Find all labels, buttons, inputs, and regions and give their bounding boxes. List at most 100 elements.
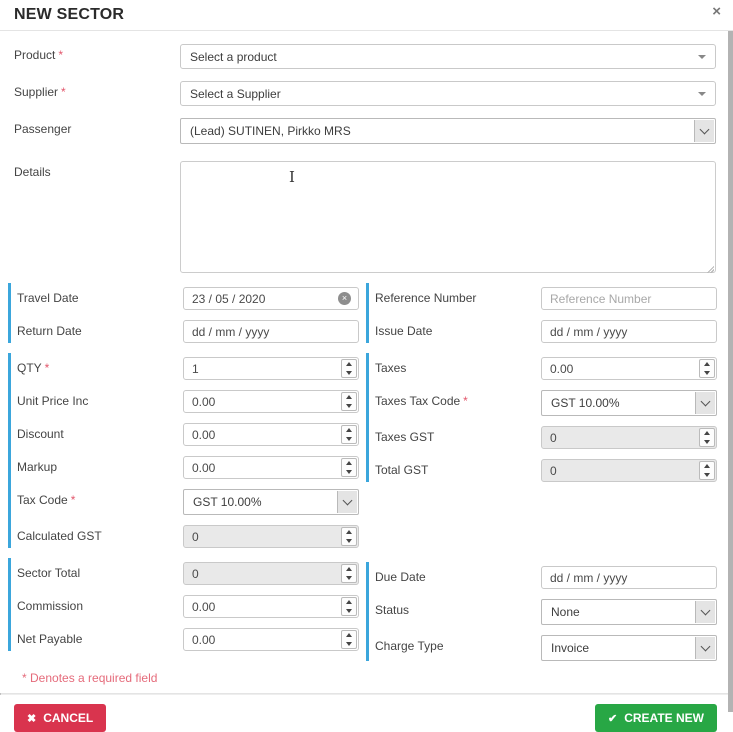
travel-date-input[interactable] (183, 287, 359, 310)
spinner[interactable] (341, 392, 357, 411)
taxes-gst-input (541, 426, 717, 449)
reference-number-row: Reference Number (372, 287, 718, 310)
required-asterisk: * (58, 48, 64, 62)
discount-label: Discount (17, 427, 64, 441)
status-label: Status (375, 603, 410, 617)
spinner[interactable] (341, 630, 357, 649)
spinner (699, 461, 715, 480)
due-date-input[interactable] (541, 566, 717, 589)
spinner[interactable] (699, 359, 715, 378)
dates-group-left: Travel Date × Return Date (8, 283, 360, 343)
taxes-tax-code-select[interactable]: GST 10.00% (541, 390, 717, 416)
passenger-row: Passenger (Lead) SUTINEN, Pirkko MRS (14, 118, 716, 144)
unit-price-input[interactable] (183, 390, 359, 413)
product-label: Product * (14, 48, 64, 62)
reference-number-label: Reference Number (375, 291, 477, 305)
qty-label: QTY * (17, 361, 50, 375)
chevron-down-icon (337, 491, 357, 513)
modal-header: NEW SECTOR × (0, 0, 733, 31)
markup-label: Markup (17, 460, 58, 474)
spinner (341, 527, 357, 546)
total-gst-label: Total GST (375, 463, 429, 477)
footer-actions: ✖ CANCEL ✔ CREATE NEW (0, 695, 733, 732)
required-asterisk: * (44, 361, 50, 375)
taxes-input[interactable] (541, 357, 717, 380)
chevron-down-icon (695, 392, 715, 414)
chevron-down-icon (694, 120, 714, 142)
commission-input[interactable] (183, 595, 359, 618)
cancel-button-label: CANCEL (43, 711, 94, 725)
issue-date-input[interactable] (541, 320, 717, 343)
details-label: Details (14, 165, 51, 179)
spinner[interactable] (341, 359, 357, 378)
issue-date-row: Issue Date (372, 320, 718, 343)
cancel-button[interactable]: ✖ CANCEL (14, 704, 107, 732)
taxes-tax-code-row: Taxes Tax Code * GST 10.00% (372, 390, 718, 416)
sector-total-row: Sector Total (14, 562, 360, 585)
return-date-input[interactable] (183, 320, 359, 343)
passenger-select-value: (Lead) SUTINEN, Pirkko MRS (190, 124, 351, 138)
page-edge-strip (728, 31, 733, 712)
new-sector-form: Product * Select a product Supplier * Sele… (0, 31, 733, 732)
close-icon[interactable]: × (712, 4, 721, 19)
status-select-value: None (551, 605, 580, 619)
commission-row: Commission (14, 595, 360, 618)
due-date-label: Due Date (375, 570, 426, 584)
reference-group-right: Reference Number Issue Date (366, 283, 718, 343)
right-column: Reference Number Issue Date Taxes (366, 283, 718, 671)
discount-input[interactable] (183, 423, 359, 446)
details-textarea[interactable] (180, 161, 716, 273)
required-field-note: * Denotes a required field (22, 671, 158, 685)
required-asterisk: * (463, 394, 468, 408)
due-date-row: Due Date (372, 566, 718, 589)
markup-row: Markup (14, 456, 360, 479)
calculated-gst-row: Calculated GST (14, 525, 360, 548)
left-column: Travel Date × Return Date QTY* (8, 283, 360, 671)
caret-down-icon (698, 55, 706, 59)
taxes-row: Taxes (372, 357, 718, 380)
discount-row: Discount (14, 423, 360, 446)
net-payable-input[interactable] (183, 628, 359, 651)
return-date-label: Return Date (17, 324, 82, 338)
spinner[interactable] (341, 458, 357, 477)
net-payable-row: Net Payable (14, 628, 360, 651)
details-row: Details (14, 161, 716, 276)
product-row: Product * Select a product (14, 44, 716, 69)
return-date-row: Return Date (14, 320, 360, 343)
supplier-select[interactable]: Select a Supplier (180, 81, 716, 106)
taxes-tax-code-label: Taxes Tax Code * (375, 394, 468, 408)
charge-type-select[interactable]: Invoice (541, 635, 717, 661)
product-select[interactable]: Select a product (180, 44, 716, 69)
spinner (699, 428, 715, 447)
qty-input[interactable] (183, 357, 359, 380)
pricing-group-left: QTY* Unit Price Inc Discount (8, 353, 360, 548)
modal-title: NEW SECTOR (14, 6, 125, 23)
check-icon: ✔ (608, 712, 618, 725)
unit-price-row: Unit Price Inc (14, 390, 360, 413)
field-columns: Travel Date × Return Date QTY* (8, 283, 733, 671)
taxes-gst-row: Taxes GST (372, 426, 718, 449)
status-select[interactable]: None (541, 599, 717, 625)
taxes-tax-code-select-value: GST 10.00% (551, 396, 620, 410)
totals-group-left: Sector Total Commission Net Payable (8, 558, 360, 651)
total-gst-input (541, 459, 717, 482)
resize-grip-icon[interactable] (706, 265, 714, 273)
passenger-select[interactable]: (Lead) SUTINEN, Pirkko MRS (180, 118, 716, 144)
unit-price-label: Unit Price Inc (17, 394, 89, 408)
supplier-row: Supplier * Select a Supplier (14, 81, 716, 106)
taxes-gst-label: Taxes GST (375, 430, 435, 444)
tax-code-row: Tax Code * GST 10.00% (14, 489, 360, 515)
clear-date-icon[interactable]: × (338, 292, 351, 305)
calculated-gst-input (183, 525, 359, 548)
status-row: Status None (372, 599, 718, 625)
markup-input[interactable] (183, 456, 359, 479)
required-asterisk: * (61, 85, 66, 99)
reference-number-input[interactable] (541, 287, 717, 310)
spinner[interactable] (341, 425, 357, 444)
sector-total-label: Sector Total (17, 566, 81, 580)
create-new-button[interactable]: ✔ CREATE NEW (595, 704, 717, 732)
issue-date-label: Issue Date (375, 324, 433, 338)
spinner[interactable] (341, 597, 357, 616)
product-select-value: Select a product (190, 49, 277, 64)
tax-code-select[interactable]: GST 10.00% (183, 489, 359, 515)
